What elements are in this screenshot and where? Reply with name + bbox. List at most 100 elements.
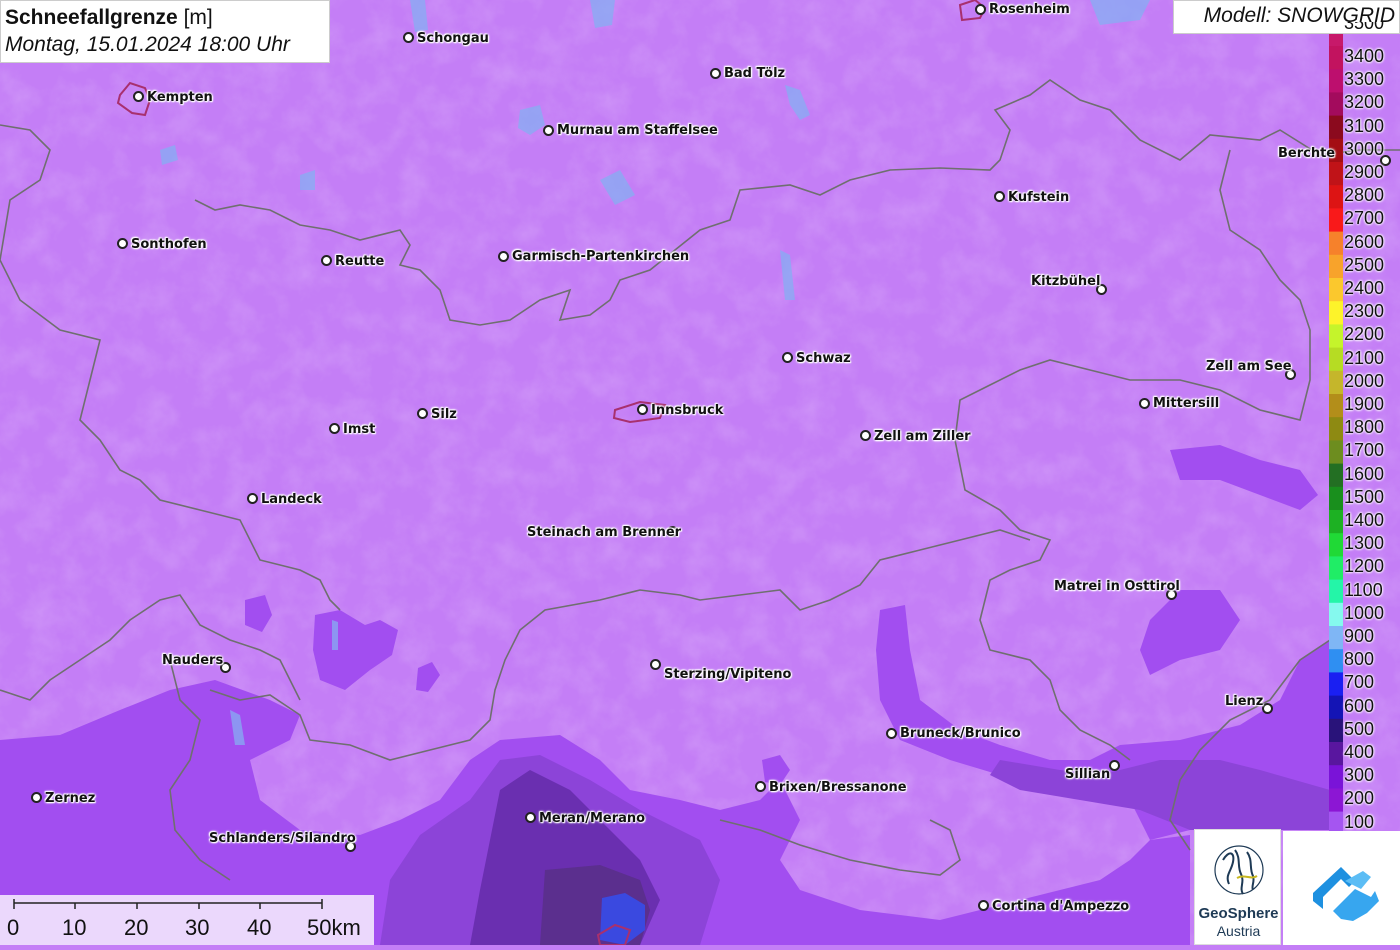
city-label: Schwaz [796, 351, 851, 366]
scale-bar: 0 10 20 30 40 50km [0, 895, 374, 945]
city-marker[interactable] [650, 659, 661, 670]
city-marker[interactable] [755, 781, 766, 792]
city-label: Zell am Ziller [874, 429, 971, 444]
city-marker[interactable] [117, 238, 128, 249]
city-marker[interactable] [1262, 703, 1273, 714]
snowgrid-logo[interactable] [1283, 831, 1400, 945]
city-label: Rosenheim [989, 2, 1070, 17]
city-label: Kitzbühel [1031, 274, 1101, 289]
map-title-unit: [m] [183, 6, 213, 29]
legend-swatch [1329, 486, 1343, 511]
legend-swatch [1329, 788, 1343, 813]
legend-swatch [1329, 765, 1343, 789]
city-label: Sillian [1065, 767, 1111, 782]
city-label: Schlanders/Silandro [209, 831, 356, 846]
city-marker[interactable] [133, 91, 144, 102]
legend-label: 2500 [1344, 254, 1385, 275]
legend-label: 2100 [1344, 347, 1385, 368]
city-marker[interactable] [1139, 398, 1150, 409]
legend-swatch [1329, 695, 1343, 720]
legend-label: 500 [1344, 718, 1375, 739]
city-marker[interactable] [975, 4, 986, 15]
city-marker[interactable] [710, 68, 721, 79]
legend-swatch [1329, 324, 1343, 349]
legend-label: 900 [1344, 626, 1375, 646]
geosphere-name: GeoSphere [1198, 905, 1279, 922]
city-marker[interactable] [417, 408, 428, 419]
city-label: Kempten [147, 90, 213, 105]
legend-swatch [1329, 602, 1343, 627]
snowfall-map [0, 0, 1400, 945]
legend-swatch [1329, 46, 1343, 70]
city-label: Reutte [335, 254, 385, 269]
legend-label: 2000 [1344, 370, 1385, 391]
city-marker[interactable] [31, 792, 42, 803]
city-marker[interactable] [886, 728, 897, 739]
city-label: Mittersill [1153, 396, 1220, 411]
legend-label: 1200 [1344, 556, 1385, 577]
legend-label: 3200 [1344, 92, 1385, 113]
city-label: Nauders [162, 653, 224, 668]
legend-label: 1100 [1344, 579, 1383, 600]
legend-swatch [1329, 208, 1343, 233]
city-marker[interactable] [637, 404, 648, 415]
legend-swatch [1329, 394, 1343, 418]
city-label: Imst [343, 422, 376, 437]
legend-label: 700 [1344, 672, 1375, 693]
city-label: Innsbruck [651, 403, 724, 418]
city-label: Lienz [1225, 694, 1264, 709]
legend-label: 2800 [1344, 185, 1385, 206]
city-marker[interactable] [782, 352, 793, 363]
city-label: Kufstein [1008, 190, 1070, 205]
legend-swatch [1329, 510, 1343, 534]
city-marker[interactable] [329, 423, 340, 434]
legend-label: 2400 [1344, 278, 1385, 298]
legend-swatch [1329, 417, 1343, 441]
legend-label: 3000 [1344, 138, 1385, 159]
legend-label: 2700 [1344, 208, 1385, 229]
legend-label: 2300 [1344, 301, 1385, 322]
legend-label: 800 [1344, 649, 1375, 670]
city-marker[interactable] [994, 191, 1005, 202]
city-marker[interactable] [860, 430, 871, 441]
legend-label: 400 [1344, 742, 1375, 762]
legend-label: 1700 [1344, 440, 1385, 461]
city-label: Bruneck/Brunico [900, 726, 1021, 741]
legend-label: 1400 [1344, 510, 1385, 530]
city-marker[interactable] [525, 812, 536, 823]
city-marker[interactable] [403, 32, 414, 43]
legend-label: 3300 [1344, 69, 1385, 90]
city-label: Zernez [45, 791, 96, 806]
legend-swatch [1329, 278, 1343, 302]
map-datetime: Montag, 15.01.2024 18:00 Uhr [5, 33, 290, 56]
title-line: Schneefallgrenze [m] [5, 4, 325, 31]
city-marker[interactable] [321, 255, 332, 266]
city-label: Matrei in Osttirol [1054, 579, 1180, 594]
legend-swatch [1329, 162, 1343, 186]
city-marker[interactable] [543, 125, 554, 136]
legend-label: 1500 [1344, 486, 1385, 507]
legend-swatch [1329, 718, 1343, 743]
city-marker[interactable] [247, 493, 258, 504]
legend-swatch [1329, 34, 1343, 46]
city-label: Berchte [1278, 146, 1336, 161]
legend-swatch [1329, 347, 1343, 372]
scale-label-10: 10 [62, 915, 87, 940]
lake-9 [332, 620, 338, 650]
legend-label: 1300 [1344, 533, 1385, 554]
legend-label: 100 [1344, 811, 1375, 832]
city-label: Sonthofen [131, 237, 207, 252]
city-marker[interactable] [498, 251, 509, 262]
legend-swatch [1329, 579, 1343, 604]
city-label: Meran/Merano [539, 811, 646, 826]
map-title: Schneefallgrenze [5, 6, 178, 29]
geosphere-logo[interactable]: GeoSphere Austria [1194, 829, 1281, 945]
city-label: Sterzing/Vipiteno [664, 667, 792, 682]
scale-label-30: 30 [185, 915, 210, 940]
city-label: Schongau [417, 31, 489, 46]
legend-swatch [1329, 231, 1343, 256]
legend-label: 2900 [1344, 162, 1385, 182]
city-marker[interactable] [978, 900, 989, 911]
city-label: Garmisch-Partenkirchen [512, 249, 690, 264]
city-marker[interactable] [1109, 760, 1120, 771]
